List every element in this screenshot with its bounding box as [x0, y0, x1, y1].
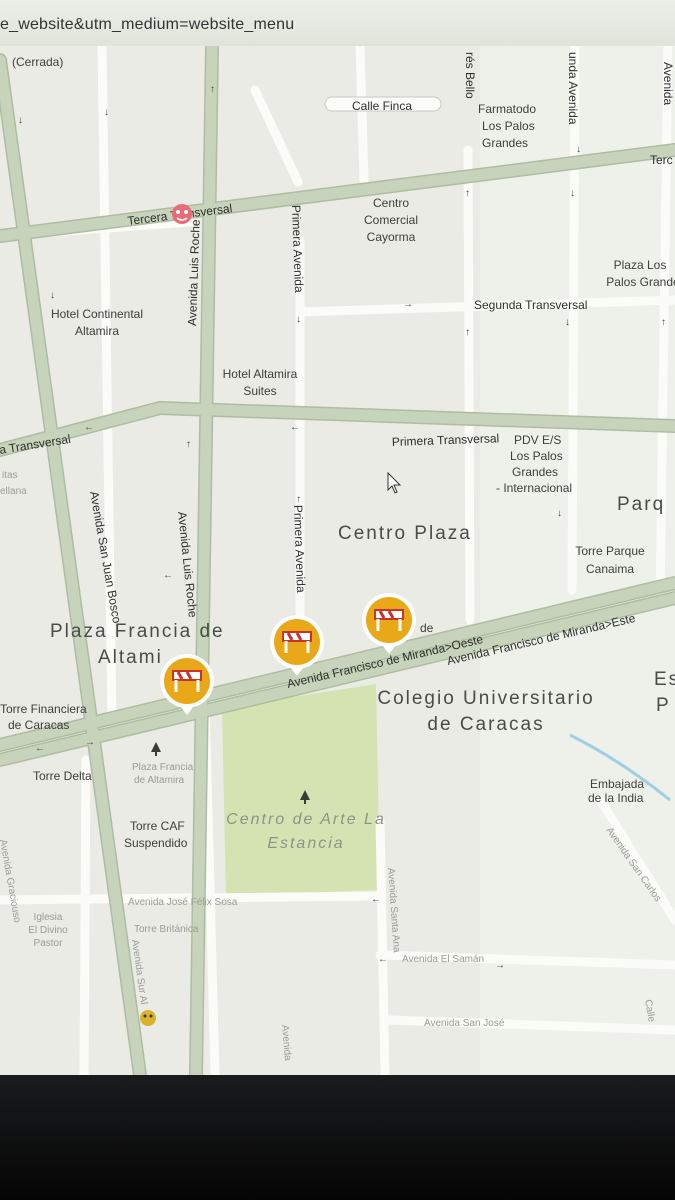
map-canvas[interactable]: ↓ ↑ ↓ ↓ ↑ ↓ ↑ ↓ ↑ → ↑ ← ← ↑ ← ↓ ← → ← ← → ↓ ↓ (Cerrada)… — [0, 46, 675, 1075]
svg-text:↑: ↑ — [661, 317, 666, 328]
svg-text:←: ← — [378, 954, 388, 965]
svg-text:↓: ↓ — [557, 508, 562, 519]
street-calle-finca: Calle Finca — [352, 99, 412, 113]
poi-iglesia: Iglesia El Divino Pastor — [28, 912, 68, 949]
svg-text:↑: ↑ — [296, 494, 301, 505]
svg-text:→: → — [403, 299, 413, 310]
svg-text:↑: ↑ — [210, 84, 215, 95]
street-el-saman: Avenida El Samán — [402, 954, 484, 965]
svg-text:↓: ↓ — [296, 314, 301, 325]
svg-text:←: ← — [371, 894, 381, 905]
svg-text:↓: ↓ — [565, 317, 570, 328]
svg-text:↑: ↑ — [465, 188, 470, 199]
screen: e_website&utm_medium=website_menu ↓ ↑ ↓ … — [0, 0, 675, 1075]
poi-torre-delta: Torre Delta — [33, 769, 92, 783]
label-de: de — [420, 621, 434, 635]
user-avatar-icon[interactable] — [140, 1010, 156, 1026]
street-andres-bello: rés Bello — [463, 52, 477, 99]
poi-farmatodo: Farmatodo Los Palos Grandes — [478, 102, 536, 150]
area-centro-plaza: Centro Plaza — [338, 523, 472, 544]
svg-text:↓: ↓ — [18, 115, 23, 126]
svg-text:←: ← — [84, 422, 94, 433]
poi-embajada-india: Embajada de la India — [588, 777, 644, 805]
park-area — [222, 684, 380, 896]
svg-text:→: → — [85, 737, 95, 748]
street-san-jose: Avenida San José — [424, 1018, 505, 1029]
svg-text:←: ← — [35, 743, 45, 754]
area-parque: Parq — [617, 494, 665, 515]
street-avenida-far-right: Avenida — [661, 62, 675, 105]
label-cerrada: (Cerrada) — [12, 55, 63, 69]
street-segunda-transversal: Segunda Transversal — [474, 298, 587, 312]
user-avatar-icon[interactable] — [172, 204, 192, 224]
street-segunda-avenida: unda Avenida — [566, 52, 580, 125]
svg-text:↑: ↑ — [465, 327, 470, 338]
poi-torre-britanica: Torre Británica — [134, 924, 199, 935]
street-jose-felix-sosa: Avenida José Félix Sosa — [128, 897, 238, 908]
svg-text:↑: ↑ — [186, 439, 191, 450]
svg-text:←: ← — [290, 422, 300, 433]
svg-text:↓: ↓ — [570, 188, 575, 199]
svg-text:↓: ↓ — [50, 290, 55, 301]
svg-text:↓: ↓ — [104, 107, 109, 118]
url-text[interactable]: e_website&utm_medium=website_menu — [0, 16, 294, 34]
svg-text:→: → — [495, 960, 505, 971]
svg-text:↓: ↓ — [576, 144, 581, 155]
svg-text:←: ← — [163, 570, 173, 581]
monitor-bezel — [0, 1075, 675, 1200]
browser-url-bar[interactable]: e_website&utm_medium=website_menu — [0, 0, 675, 47]
street-tercera-right: Terc — [650, 153, 673, 167]
